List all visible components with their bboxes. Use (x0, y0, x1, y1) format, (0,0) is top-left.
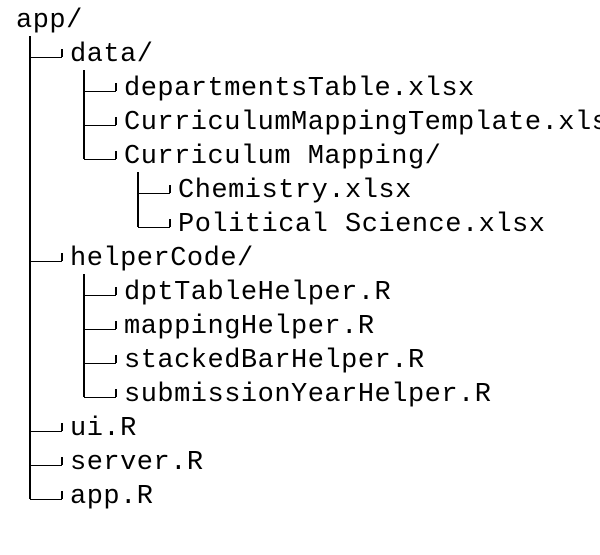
tree-line (169, 185, 171, 193)
file-curr-template: CurriculumMappingTemplate.xlsx (124, 110, 600, 137)
file-polisci: Political Science.xlsx (178, 212, 545, 239)
tree-line (61, 423, 63, 431)
tree-line (115, 321, 117, 329)
file-chemistry: Chemistry.xlsx (178, 178, 412, 205)
tree-line (138, 193, 170, 194)
tree-line (138, 227, 170, 228)
file-stackedbar: stackedBarHelper.R (124, 348, 425, 375)
tree-line (137, 172, 139, 227)
dir-data: data/ (70, 42, 154, 69)
file-departments: departmentsTable.xlsx (124, 76, 475, 103)
tree-line (30, 499, 62, 500)
dir-helpercode: helperCode/ (70, 246, 254, 273)
tree-line (83, 70, 85, 159)
tree-line (61, 457, 63, 465)
file-ui: ui.R (70, 416, 137, 443)
tree-line (115, 287, 117, 295)
tree-line (84, 159, 116, 160)
tree-line (115, 389, 117, 397)
tree-line (30, 57, 62, 58)
tree-line (30, 261, 62, 262)
file-app: app.R (70, 484, 154, 511)
tree-root: app/ (16, 8, 83, 35)
tree-line (115, 355, 117, 363)
tree-line (61, 253, 63, 261)
tree-line (115, 83, 117, 91)
tree-line (83, 274, 85, 397)
file-dpttable: dptTableHelper.R (124, 280, 391, 307)
file-mapping: mappingHelper.R (124, 314, 375, 341)
dir-curr-mapping: Curriculum Mapping/ (124, 144, 441, 171)
tree-line (169, 219, 171, 227)
tree-line (84, 329, 116, 330)
tree-line (84, 295, 116, 296)
tree-line (84, 397, 116, 398)
tree-line (30, 465, 62, 466)
file-server: server.R (70, 450, 204, 477)
tree-line (84, 125, 116, 126)
tree-line (115, 151, 117, 159)
tree-line (84, 363, 116, 364)
tree-line (61, 491, 63, 499)
tree-line (84, 91, 116, 92)
tree-line (115, 117, 117, 125)
file-subyear: submissionYearHelper.R (124, 382, 491, 409)
tree-line (30, 431, 62, 432)
tree-line (29, 36, 31, 499)
tree-line (61, 49, 63, 57)
